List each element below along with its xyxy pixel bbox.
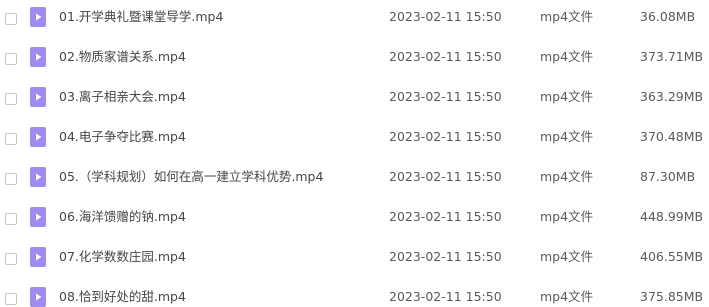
file-modified-date: 2023-02-11 15:50 [389, 129, 502, 144]
row-checkbox[interactable] [5, 13, 17, 25]
video-file-icon [30, 247, 46, 267]
file-type: mp4文件 [540, 169, 594, 184]
file-name[interactable]: 05.（学科规划）如何在高一建立学科优势.mp4 [59, 169, 323, 185]
file-size: 373.71MB [640, 49, 704, 64]
file-modified-date: 2023-02-11 15:50 [389, 289, 502, 304]
file-name[interactable]: 02.物质家谱关系.mp4 [59, 49, 186, 65]
file-type: mp4文件 [540, 129, 594, 144]
video-file-icon [30, 167, 46, 187]
file-modified-date: 2023-02-11 15:50 [389, 209, 502, 224]
file-name[interactable]: 03.离子相亲大会.mp4 [59, 89, 186, 105]
file-size: 363.29MB [640, 89, 704, 104]
file-size: 87.30MB [640, 169, 696, 184]
file-name[interactable]: 07.化学数数庄园.mp4 [59, 249, 186, 265]
row-checkbox[interactable] [5, 53, 17, 65]
file-name[interactable]: 08.恰到好处的甜.mp4 [59, 289, 186, 305]
file-type: mp4文件 [540, 49, 594, 64]
row-checkbox[interactable] [5, 93, 17, 105]
video-file-icon [30, 47, 46, 67]
row-checkbox[interactable] [5, 293, 17, 305]
file-name[interactable]: 06.海洋馈赠的钠.mp4 [59, 209, 186, 225]
video-file-icon [30, 207, 46, 227]
file-size: 375.85MB [640, 289, 704, 304]
file-name[interactable]: 04.电子争夺比赛.mp4 [59, 129, 186, 145]
file-row[interactable]: 05.（学科规划）如何在高一建立学科优势.mp4 2023-02-11 15:5… [0, 160, 709, 200]
file-size: 370.48MB [640, 129, 704, 144]
video-file-icon [30, 87, 46, 107]
file-modified-date: 2023-02-11 15:50 [389, 249, 502, 264]
row-checkbox[interactable] [5, 253, 17, 265]
file-size: 406.55MB [640, 249, 704, 264]
file-list: 01.开学典礼暨课堂导学.mp4 2023-02-11 15:50 mp4文件 … [0, 0, 709, 307]
file-row[interactable]: 01.开学典礼暨课堂导学.mp4 2023-02-11 15:50 mp4文件 … [0, 0, 709, 40]
file-modified-date: 2023-02-11 15:50 [389, 169, 502, 184]
video-file-icon [30, 127, 46, 147]
row-checkbox[interactable] [5, 173, 17, 185]
file-row[interactable]: 06.海洋馈赠的钠.mp4 2023-02-11 15:50 mp4文件 448… [0, 200, 709, 240]
video-file-icon [30, 7, 46, 27]
file-row[interactable]: 02.物质家谱关系.mp4 2023-02-11 15:50 mp4文件 373… [0, 40, 709, 80]
file-type: mp4文件 [540, 249, 594, 264]
row-checkbox[interactable] [5, 213, 17, 225]
file-size: 36.08MB [640, 9, 696, 24]
file-row[interactable]: 07.化学数数庄园.mp4 2023-02-11 15:50 mp4文件 406… [0, 240, 709, 280]
file-type: mp4文件 [540, 289, 594, 304]
file-modified-date: 2023-02-11 15:50 [389, 89, 502, 104]
video-file-icon [30, 287, 46, 307]
file-type: mp4文件 [540, 89, 594, 104]
file-type: mp4文件 [540, 209, 594, 224]
file-type: mp4文件 [540, 9, 594, 24]
file-row[interactable]: 03.离子相亲大会.mp4 2023-02-11 15:50 mp4文件 363… [0, 80, 709, 120]
file-row[interactable]: 04.电子争夺比赛.mp4 2023-02-11 15:50 mp4文件 370… [0, 120, 709, 160]
file-row[interactable]: 08.恰到好处的甜.mp4 2023-02-11 15:50 mp4文件 375… [0, 280, 709, 307]
file-modified-date: 2023-02-11 15:50 [389, 49, 502, 64]
file-name[interactable]: 01.开学典礼暨课堂导学.mp4 [59, 9, 223, 25]
row-checkbox[interactable] [5, 133, 17, 145]
file-size: 448.99MB [640, 209, 704, 224]
file-modified-date: 2023-02-11 15:50 [389, 9, 502, 24]
